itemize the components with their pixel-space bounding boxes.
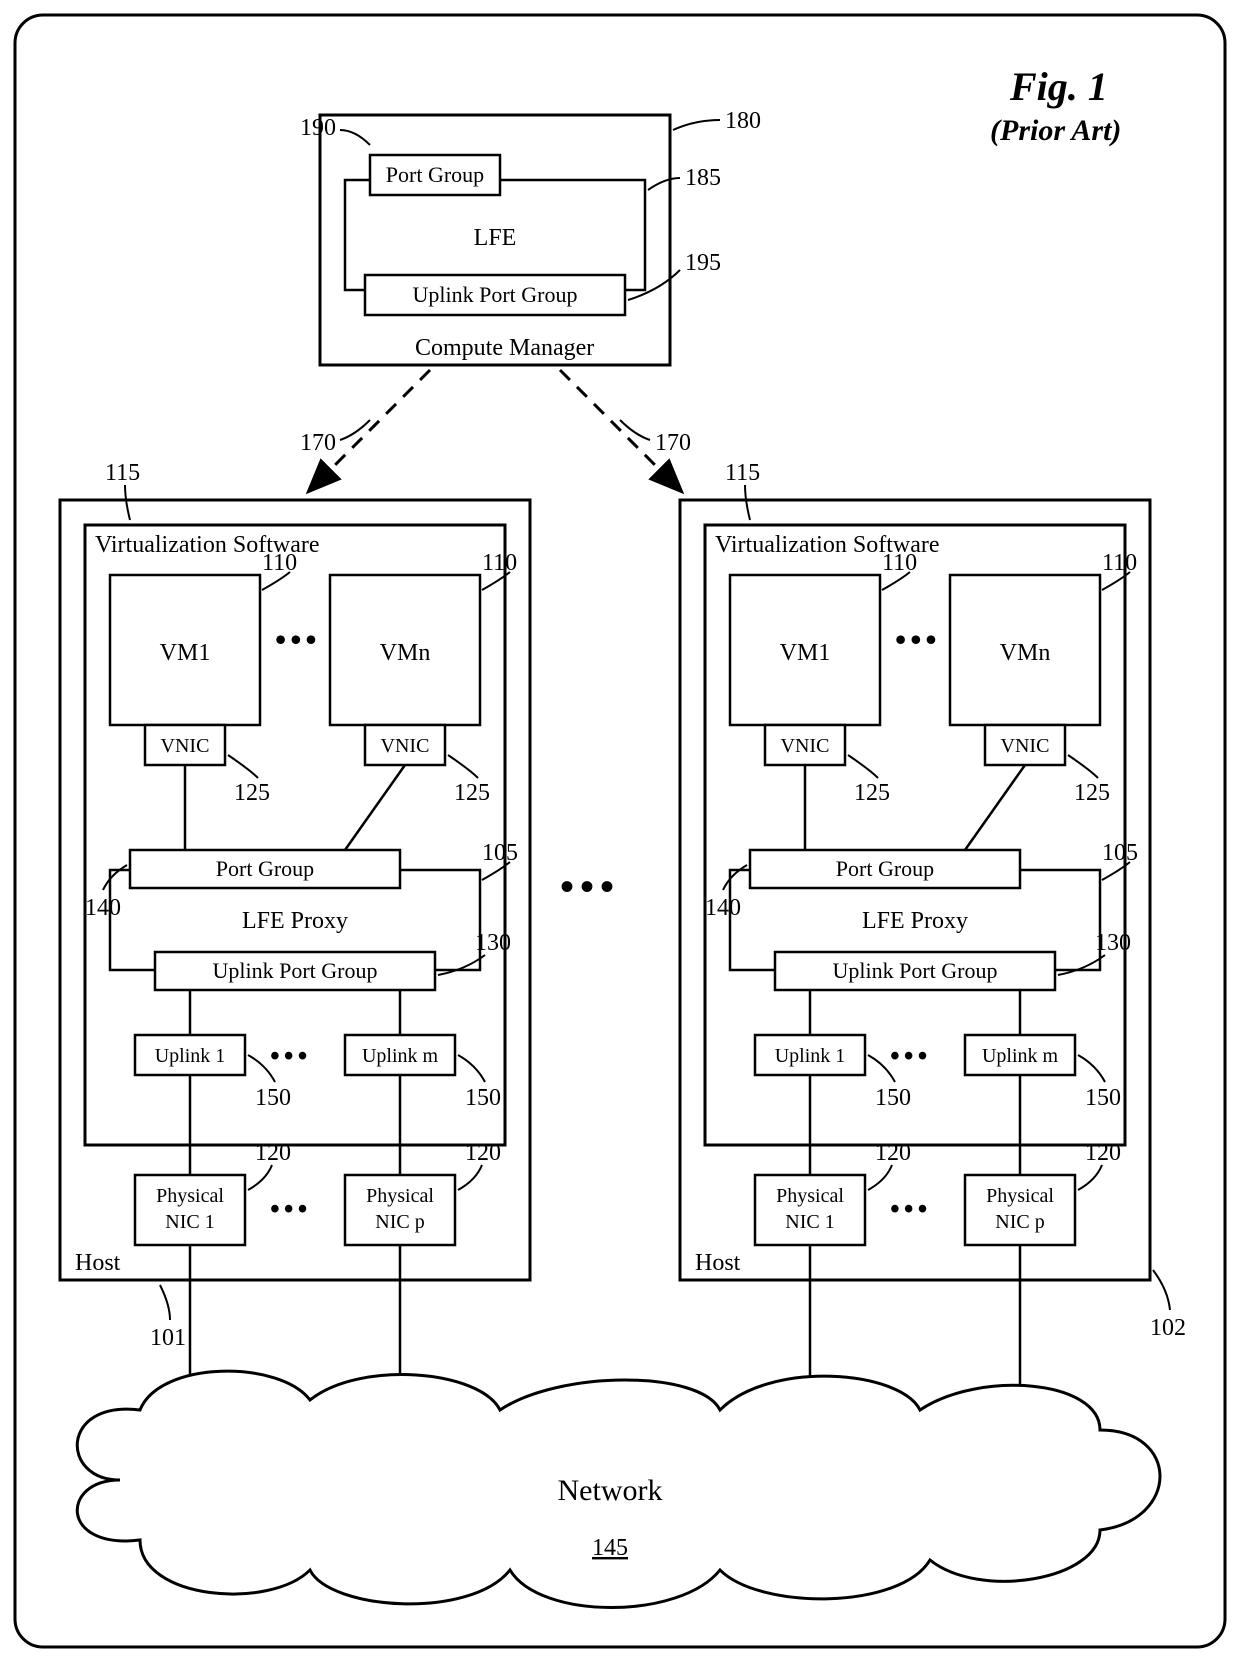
figure-subtitle: (Prior Art): [990, 114, 1121, 147]
pnic1-left-l2: NIC 1: [165, 1211, 214, 1233]
vmn-right-label: VMn: [1000, 640, 1051, 666]
svg-text:•••: •••: [890, 1194, 931, 1225]
svg-text:110: 110: [1102, 550, 1137, 576]
virt-sw-right-ref: 115: [725, 460, 760, 486]
svg-text:Uplink Port Group: Uplink Port Group: [833, 958, 998, 983]
svg-text:150: 150: [875, 1085, 911, 1111]
vnicn-left-ref: 125: [454, 780, 490, 806]
pnic1-left-ref: 120: [255, 1140, 291, 1166]
host-left-label: Host: [75, 1250, 121, 1276]
compute-manager: Compute Manager LFE Port Group Uplink Po…: [300, 108, 761, 365]
svg-text:LFE Proxy: LFE Proxy: [862, 908, 968, 934]
svg-text:Physical: Physical: [776, 1185, 844, 1207]
cm-upg-ref: 195: [685, 250, 721, 276]
pnicp-left-l2: NIC p: [375, 1211, 424, 1233]
cm-port-group-ref: 190: [300, 115, 336, 141]
svg-text:120: 120: [1085, 1140, 1121, 1166]
host-left-ref: 101: [150, 1325, 186, 1351]
svg-text:NIC 1: NIC 1: [785, 1211, 834, 1233]
network-cloud: Network 145: [77, 1371, 1160, 1607]
vm1-right-label: VM1: [780, 640, 831, 666]
svg-text:•••: •••: [895, 621, 941, 657]
svg-text:110: 110: [882, 550, 917, 576]
port-group-left-label: Port Group: [216, 856, 314, 881]
cm-lfe-ref: 185: [685, 165, 721, 191]
figure-title: Fig. 1: [1009, 64, 1108, 109]
svg-text:Physical: Physical: [986, 1185, 1054, 1207]
svg-text:150: 150: [1085, 1085, 1121, 1111]
hosts-ellipsis: •••: [560, 864, 620, 909]
cm-uplink-port-group-label: Uplink Port Group: [413, 282, 578, 307]
vmn-left-label: VMn: [380, 640, 431, 666]
arrow-left-ref: 170: [300, 430, 336, 456]
svg-text:•••: •••: [890, 1041, 931, 1072]
uplinkm-left-ref: 150: [465, 1085, 501, 1111]
uplinkm-left-label: Uplink m: [362, 1045, 439, 1067]
upg-left-ref: 130: [475, 930, 511, 956]
uplink1-left-ref: 150: [255, 1085, 291, 1111]
host-right-label: Host: [695, 1250, 741, 1276]
svg-text:Uplink 1: Uplink 1: [775, 1045, 846, 1067]
virt-sw-left-ref: 115: [105, 460, 140, 486]
svg-text:NIC p: NIC p: [995, 1211, 1044, 1233]
vnic1-left-ref: 125: [234, 780, 270, 806]
svg-text:Uplink m: Uplink m: [982, 1045, 1059, 1067]
network-label: Network: [558, 1474, 663, 1507]
vnic1-left-label: VNIC: [161, 735, 210, 757]
svg-text:120: 120: [875, 1140, 911, 1166]
svg-text:140: 140: [705, 895, 741, 921]
pnic-ellipsis-left: •••: [270, 1194, 311, 1225]
upg-left-label: Uplink Port Group: [213, 958, 378, 983]
host-right-ref: 102: [1150, 1315, 1186, 1341]
host-right: Host 102 Virtualization Software 115 VM1…: [680, 460, 1186, 1410]
lfe-proxy-left-ref: 105: [482, 840, 518, 866]
host-left: Host 101 Virtualization Software 115 VM1…: [60, 460, 530, 1410]
lfe-proxy-left-label: LFE Proxy: [242, 908, 348, 934]
arrow-right-ref: 170: [655, 430, 691, 456]
pnicp-left-l1: Physical: [366, 1185, 434, 1207]
svg-text:130: 130: [1095, 930, 1131, 956]
vm1-left-ref: 110: [262, 550, 297, 576]
vm1-left-label: VM1: [160, 640, 211, 666]
vnicn-left-label: VNIC: [381, 735, 430, 757]
port-group-left-ref: 140: [85, 895, 121, 921]
svg-text:105: 105: [1102, 840, 1138, 866]
svg-text:Port Group: Port Group: [836, 856, 934, 881]
compute-manager-label: Compute Manager: [415, 335, 594, 361]
uplink1-left-label: Uplink 1: [155, 1045, 226, 1067]
uplink-ellipsis-left: •••: [270, 1041, 311, 1072]
vnic1-right-label: VNIC: [781, 735, 830, 757]
network-ref: 145: [592, 1535, 628, 1561]
vmn-left-ref: 110: [482, 550, 517, 576]
cm-ref: 180: [725, 108, 761, 134]
pnicp-left-ref: 120: [465, 1140, 501, 1166]
pnic1-left-l1: Physical: [156, 1185, 224, 1207]
svg-text:125: 125: [854, 780, 890, 806]
cm-port-group-label: Port Group: [386, 162, 484, 187]
vnicn-right-label: VNIC: [1001, 735, 1050, 757]
vm-ellipsis-left: •••: [275, 621, 321, 657]
svg-text:125: 125: [1074, 780, 1110, 806]
lfe-label: LFE: [474, 225, 517, 251]
